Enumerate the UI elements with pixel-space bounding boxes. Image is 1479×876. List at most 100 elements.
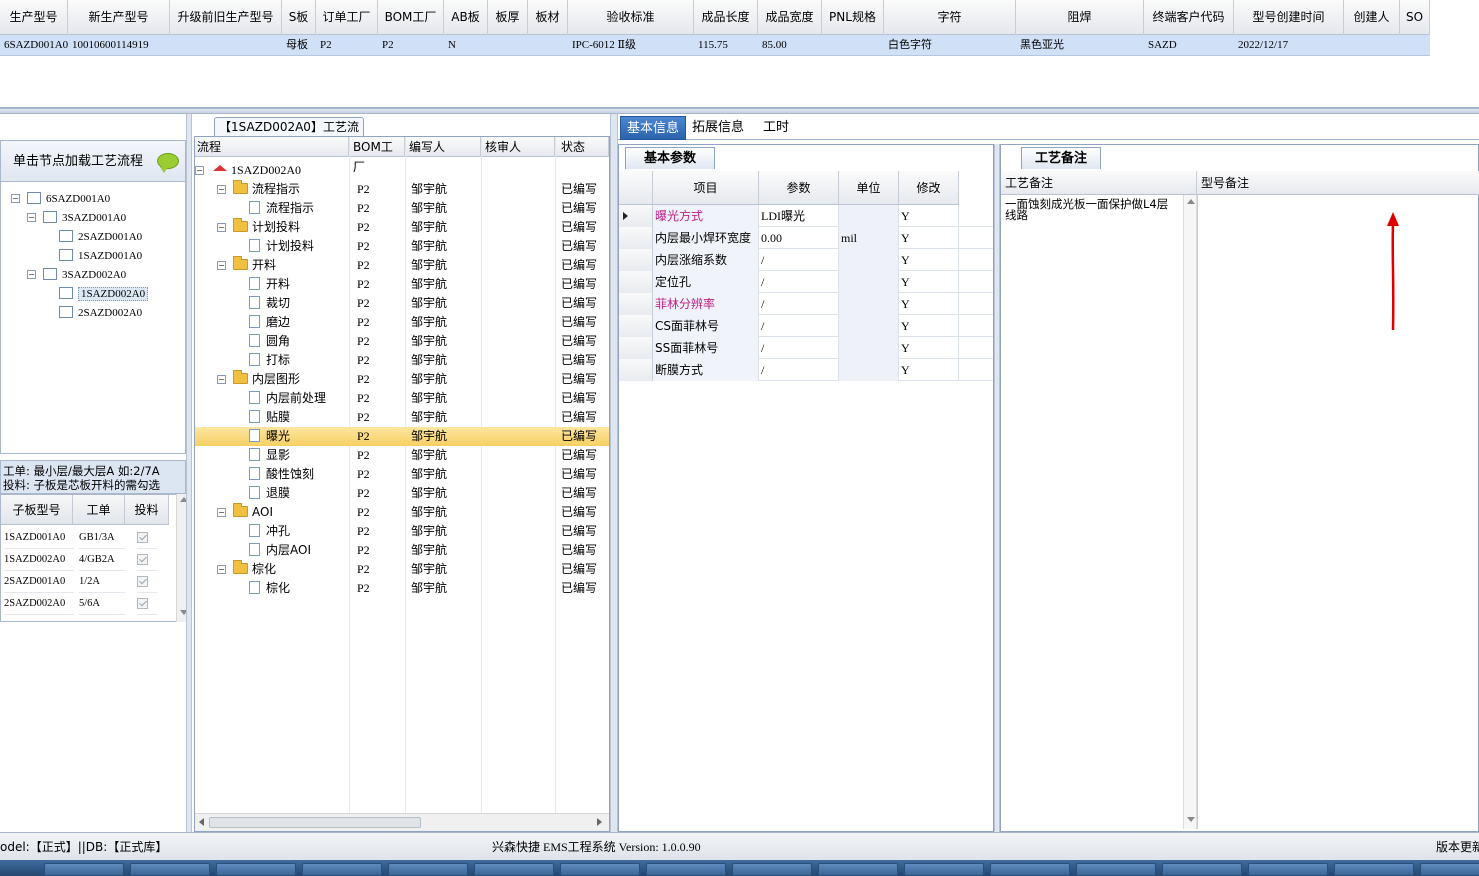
param-row[interactable]: 定位孔 / Y [619, 271, 993, 293]
sub-board-model[interactable]: 2SAZD002A0 [4, 593, 74, 615]
row-indicator[interactable] [619, 337, 653, 359]
sub-board-order[interactable]: 5/6A [79, 593, 125, 615]
param-row[interactable]: 内层涨缩系数 / Y [619, 249, 993, 271]
taskbar-button[interactable] [1076, 863, 1156, 876]
taskbar-button[interactable] [130, 863, 210, 876]
process-step-row[interactable]: 打标 P2 邹宇航 已编写 [195, 351, 609, 370]
row-indicator[interactable] [619, 293, 653, 315]
sub-board-model[interactable]: 2SAZD001A0 [4, 571, 74, 593]
column-header[interactable]: 编写人 [407, 137, 481, 157]
process-remarks-tab[interactable]: 工艺备注 [1021, 147, 1101, 169]
row-indicator[interactable] [619, 359, 653, 381]
param-value[interactable]: LDI曝光 [759, 205, 839, 227]
param-value[interactable]: / [759, 337, 839, 359]
scroll-up-icon[interactable] [1187, 199, 1195, 204]
row-indicator[interactable] [619, 227, 653, 249]
tree-node[interactable]: 3SAZD001A0 [43, 209, 126, 227]
expand-toggle-icon[interactable]: − [217, 261, 226, 270]
tree-node[interactable]: 3SAZD002A0 [43, 266, 126, 284]
param-value[interactable]: / [759, 271, 839, 293]
tab-work-hours[interactable]: 工时 [758, 116, 794, 140]
column-header[interactable]: 核审人 [483, 137, 555, 157]
feed-checkbox[interactable] [137, 554, 148, 565]
taskbar-button[interactable] [1248, 863, 1328, 876]
vertical-scrollbar[interactable] [1183, 195, 1197, 829]
row-indicator[interactable] [619, 205, 653, 227]
process-step-row[interactable]: − 计划投料 P2 邹宇航 已编写 [195, 218, 609, 237]
param-row[interactable]: 断膜方式 / Y [619, 359, 993, 381]
vertical-scrollbar[interactable] [176, 494, 188, 622]
taskbar-button[interactable] [560, 863, 640, 876]
expand-toggle-icon[interactable]: − [27, 213, 36, 222]
column-header[interactable]: 投料 [125, 495, 169, 525]
param-row[interactable]: CS面菲林号 / Y [619, 315, 993, 337]
taskbar-button[interactable] [388, 863, 468, 876]
sub-board-order[interactable]: 1/2A [79, 571, 125, 593]
column-header[interactable]: 验收标准 [568, 0, 694, 35]
column-header[interactable]: 成品宽度 [758, 0, 822, 35]
sub-board-order[interactable]: 4/GB2A [79, 549, 125, 571]
expand-toggle-icon[interactable]: − [195, 166, 204, 175]
sub-board-model[interactable]: 1SAZD001A0 [4, 527, 74, 549]
tab-basic-info[interactable]: 基本信息 [620, 116, 686, 140]
column-header[interactable]: PNL规格 [822, 0, 884, 35]
expand-toggle-icon[interactable]: − [217, 565, 226, 574]
taskbar-button[interactable] [904, 863, 984, 876]
process-step-row[interactable]: 圆角 P2 邹宇航 已编写 [195, 332, 609, 351]
taskbar-button[interactable] [1334, 863, 1414, 876]
param-value[interactable]: / [759, 293, 839, 315]
column-header[interactable]: 单位 [839, 171, 899, 205]
process-root-node[interactable]: − 1SAZD002A0 [195, 161, 609, 180]
process-step-row[interactable]: 计划投料 P2 邹宇航 已编写 [195, 237, 609, 256]
expand-toggle-icon[interactable]: − [27, 270, 36, 279]
column-header[interactable]: 板厚 [488, 0, 528, 35]
param-value[interactable]: / [759, 315, 839, 337]
feed-checkbox[interactable] [137, 576, 148, 587]
process-step-row[interactable]: 酸性蚀刻 P2 邹宇航 已编写 [195, 465, 609, 484]
row-indicator[interactable] [619, 315, 653, 337]
taskbar-button[interactable] [732, 863, 812, 876]
param-row[interactable]: SS面菲林号 / Y [619, 337, 993, 359]
expand-toggle-icon[interactable]: − [217, 375, 226, 384]
process-step-row[interactable]: 内层前处理 P2 邹宇航 已编写 [195, 389, 609, 408]
column-header[interactable]: 字符 [884, 0, 1016, 35]
process-step-row[interactable]: 内层AOI P2 邹宇航 已编写 [195, 541, 609, 560]
process-remark-text[interactable]: 一面蚀刻成光板一面保护做L4层线路 [1005, 198, 1175, 221]
column-header[interactable]: 修改 [899, 171, 959, 205]
horizontal-scrollbar[interactable] [195, 813, 609, 831]
process-step-row[interactable]: 曝光 P2 邹宇航 已编写 [195, 427, 609, 446]
taskbar-button[interactable] [44, 863, 124, 876]
tree-node[interactable]: 6SAZD001A0 [27, 190, 110, 208]
expand-toggle-icon[interactable]: − [11, 194, 20, 203]
expand-toggle-icon[interactable]: − [217, 185, 226, 194]
column-header[interactable]: 终端客户代码 [1144, 0, 1234, 35]
scroll-left-icon[interactable] [199, 818, 204, 826]
column-header[interactable]: 新生产型号 [68, 0, 170, 35]
scroll-right-icon[interactable] [597, 818, 602, 826]
tree-node[interactable]: 2SAZD001A0 [59, 228, 142, 246]
column-header[interactable]: 成品长度 [694, 0, 758, 35]
param-row[interactable]: 曝光方式 LDI曝光 Y [619, 205, 993, 227]
feed-checkbox[interactable] [137, 598, 148, 609]
row-indicator[interactable] [619, 271, 653, 293]
taskbar-button[interactable] [990, 863, 1070, 876]
column-header[interactable]: BOM工厂 [378, 0, 444, 35]
column-header[interactable]: 项目 [653, 171, 759, 205]
column-header[interactable]: 创建人 [1344, 0, 1400, 35]
param-value[interactable]: 0.00 [759, 227, 839, 249]
row-indicator[interactable] [619, 249, 653, 271]
process-step-row[interactable]: 棕化 P2 邹宇航 已编写 [195, 579, 609, 598]
process-step-row[interactable]: − 内层图形 P2 邹宇航 已编写 [195, 370, 609, 389]
taskbar-button[interactable] [1162, 863, 1242, 876]
column-header[interactable]: 参数 [759, 171, 839, 205]
tree-node[interactable]: 1SAZD001A0 [59, 247, 142, 265]
column-header[interactable]: 型号创建时间 [1234, 0, 1344, 35]
expand-toggle-icon[interactable]: − [217, 223, 226, 232]
column-header[interactable]: 状态 [559, 137, 609, 157]
tab-extended-info[interactable]: 拓展信息 [688, 116, 748, 140]
param-row[interactable]: 菲林分辨率 / Y [619, 293, 993, 315]
table-row[interactable]: 6SAZD001A0 10010600114919 母板 P2 P2 N IPC-6012 … [0, 35, 1430, 56]
column-header[interactable]: 工单 [73, 495, 125, 525]
basic-params-tab[interactable]: 基本参数 [625, 147, 715, 169]
process-step-row[interactable]: − 开料 P2 邹宇航 已编写 [195, 256, 609, 275]
